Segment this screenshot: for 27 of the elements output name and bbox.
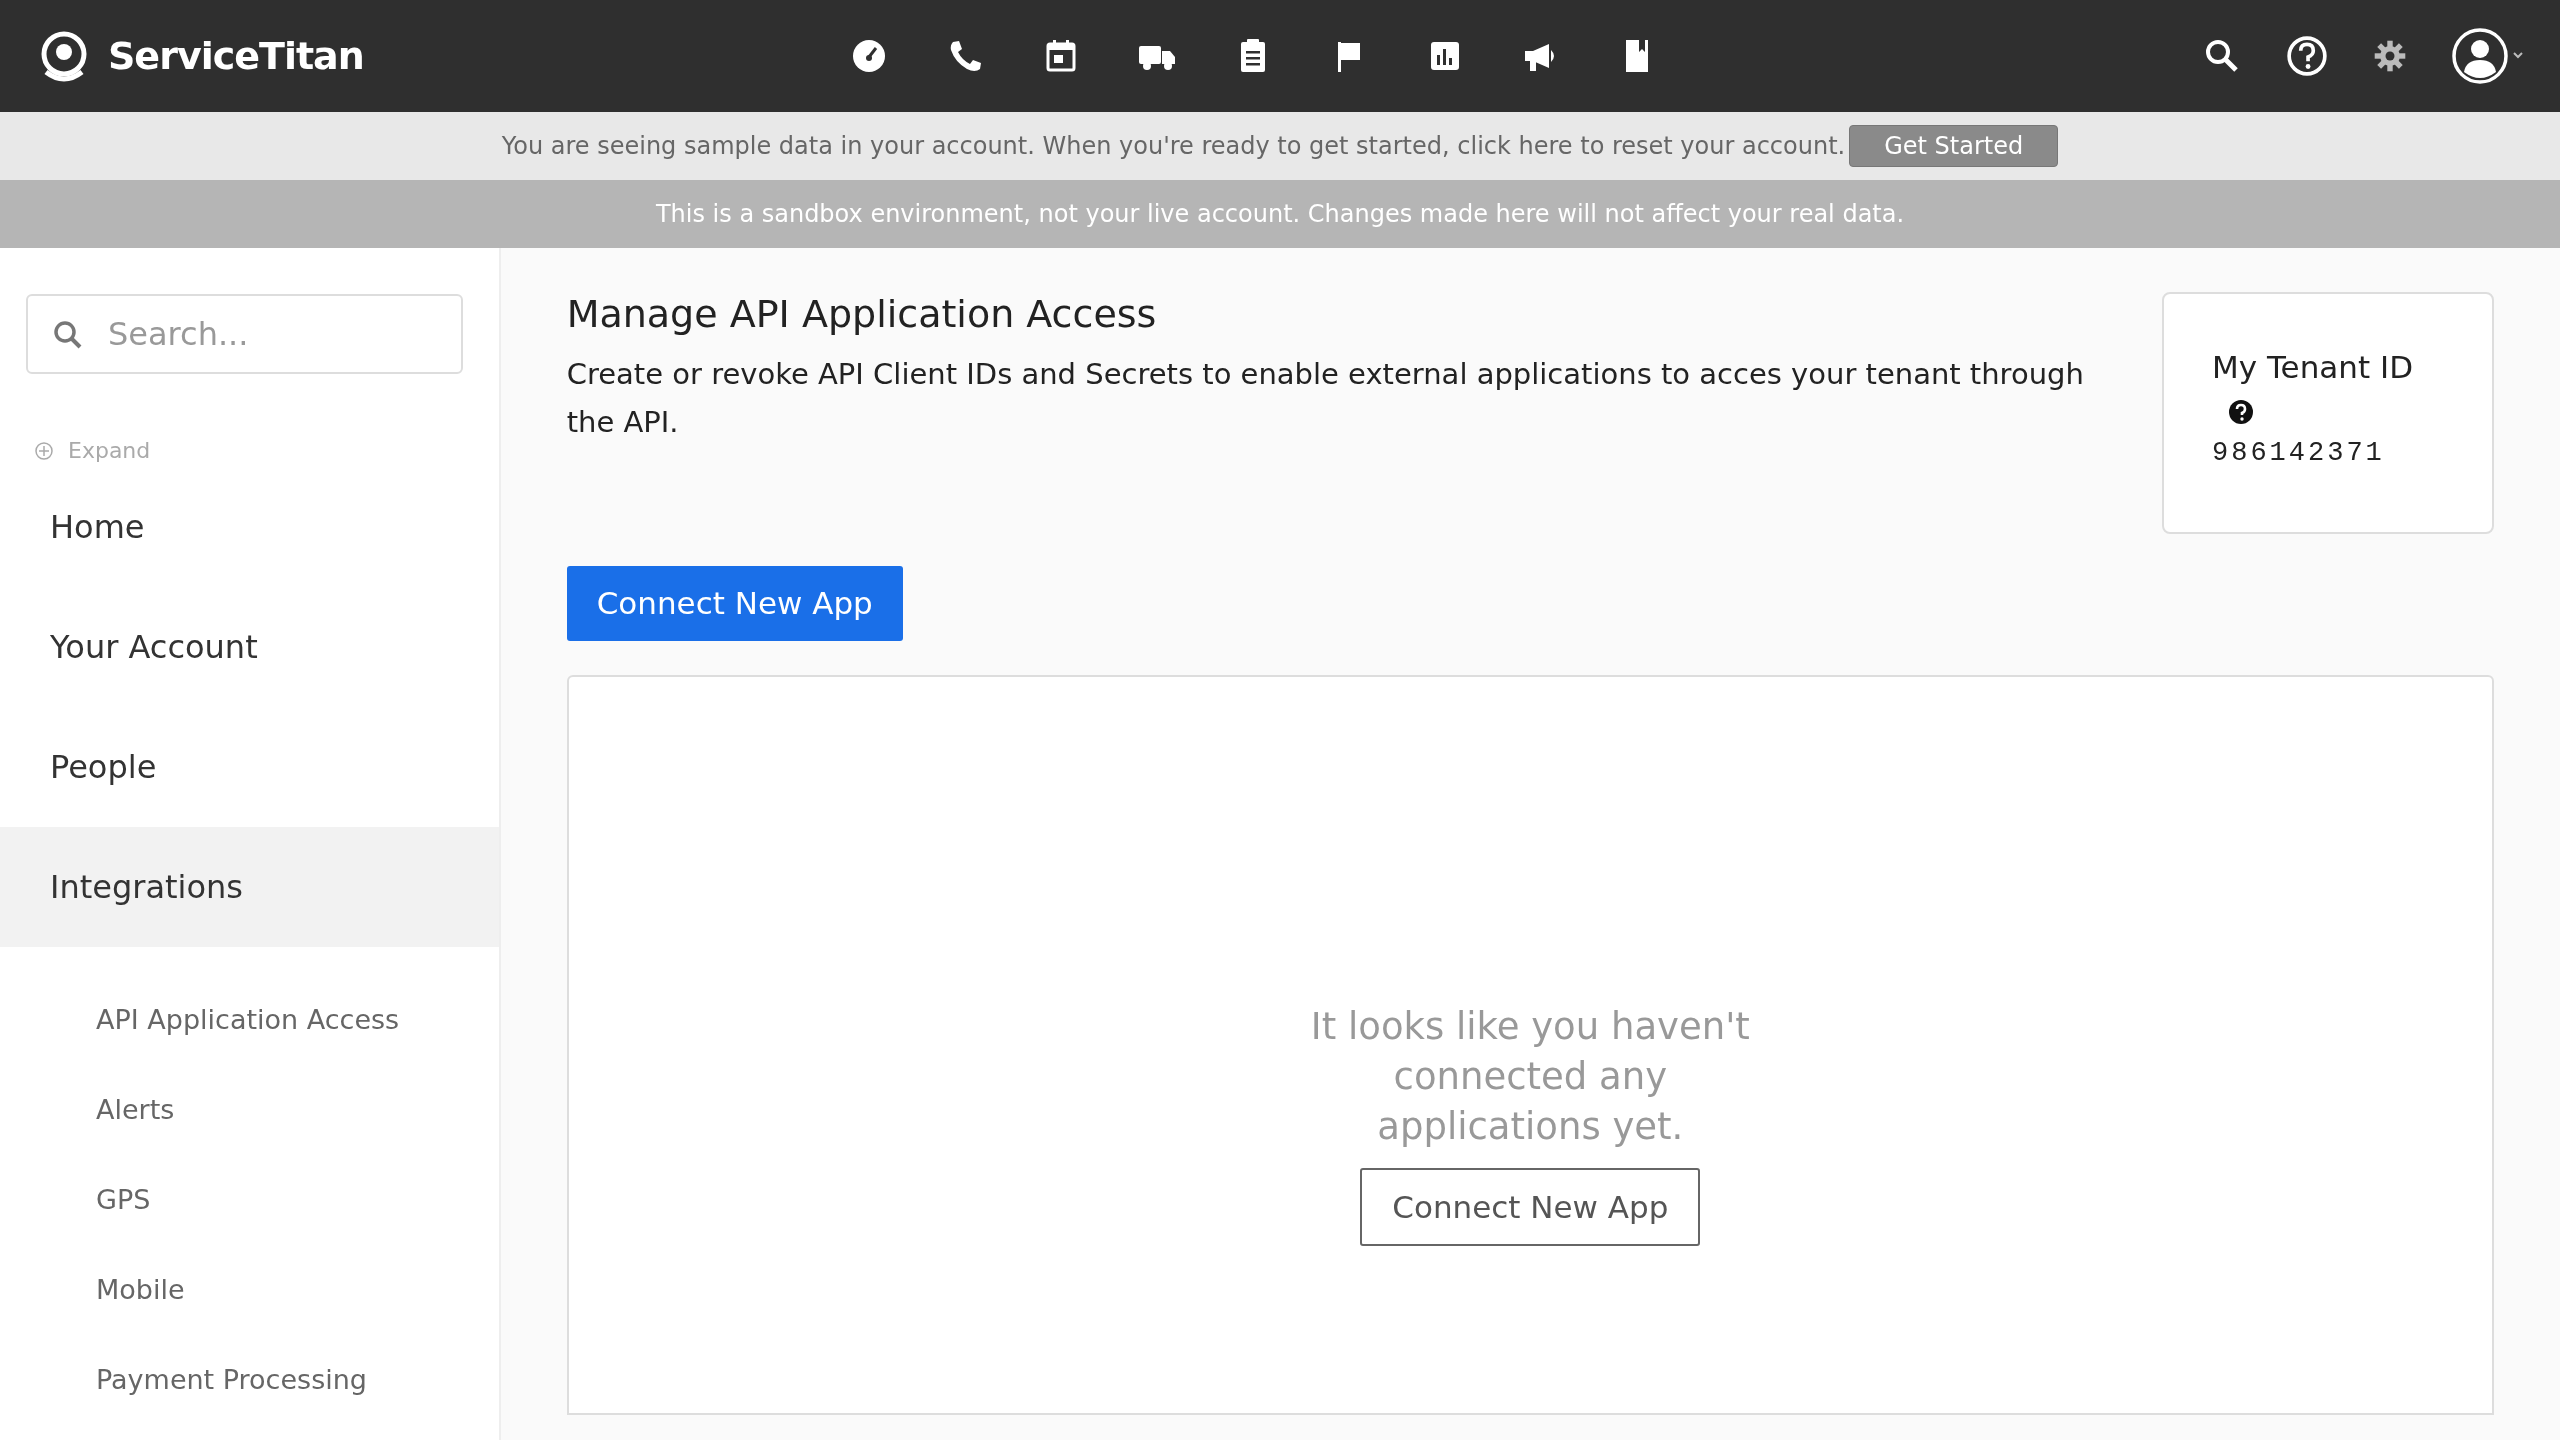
- help-icon[interactable]: [2286, 35, 2328, 77]
- sidebar-item[interactable]: Your Account: [0, 587, 499, 707]
- connect-app-button[interactable]: Connect New App: [1360, 1167, 1701, 1246]
- sample-data-notice: You are seeing sample data in your account. When you're ready to get started, click here to reset your account.: [501, 131, 1846, 162]
- sidebar-item[interactable]: Home: [0, 467, 499, 587]
- user-menu-icon[interactable]: [2452, 28, 2524, 84]
- sidebar-subitem[interactable]: GPS: [0, 1155, 499, 1245]
- sidebar-subitem[interactable]: Payment Processing: [0, 1335, 499, 1425]
- brand-name: ServiceTitan: [108, 32, 364, 80]
- sandbox-notice: This is a sandbox environment, not your live account. Changes made here will not affect your real data.: [655, 199, 1905, 230]
- sidebar-item[interactable]: People: [0, 707, 499, 827]
- help-icon[interactable]: [2228, 398, 2254, 425]
- search-icon: [52, 319, 82, 349]
- tenant-id-value: 986142371: [2212, 436, 2386, 470]
- page-title: Manage API Application Access: [566, 292, 1158, 338]
- search-field[interactable]: Search...: [26, 294, 463, 374]
- sidebar-item[interactable]: Integrations: [0, 827, 499, 947]
- settings-icon[interactable]: [2372, 38, 2408, 74]
- tenant-id-label: My Tenant ID: [2212, 348, 2414, 387]
- plus-circle-icon: [34, 440, 54, 461]
- sidebar-subitem[interactable]: Mobile: [0, 1245, 499, 1335]
- connect-app-button[interactable]: Connect New App: [566, 566, 903, 641]
- page-description: Create or revoke API Client IDs and Secrets to enable external applications to acces your tenant through the API.: [566, 355, 2085, 441]
- empty-state-message: It looks like you haven't connected any applications yet.: [1309, 1003, 1751, 1150]
- sidebar-subitem[interactable]: API Application Access: [0, 975, 499, 1065]
- sidebar-subitem[interactable]: Alerts: [0, 1065, 499, 1155]
- get-started-button[interactable]: Get Started: [1849, 125, 2059, 167]
